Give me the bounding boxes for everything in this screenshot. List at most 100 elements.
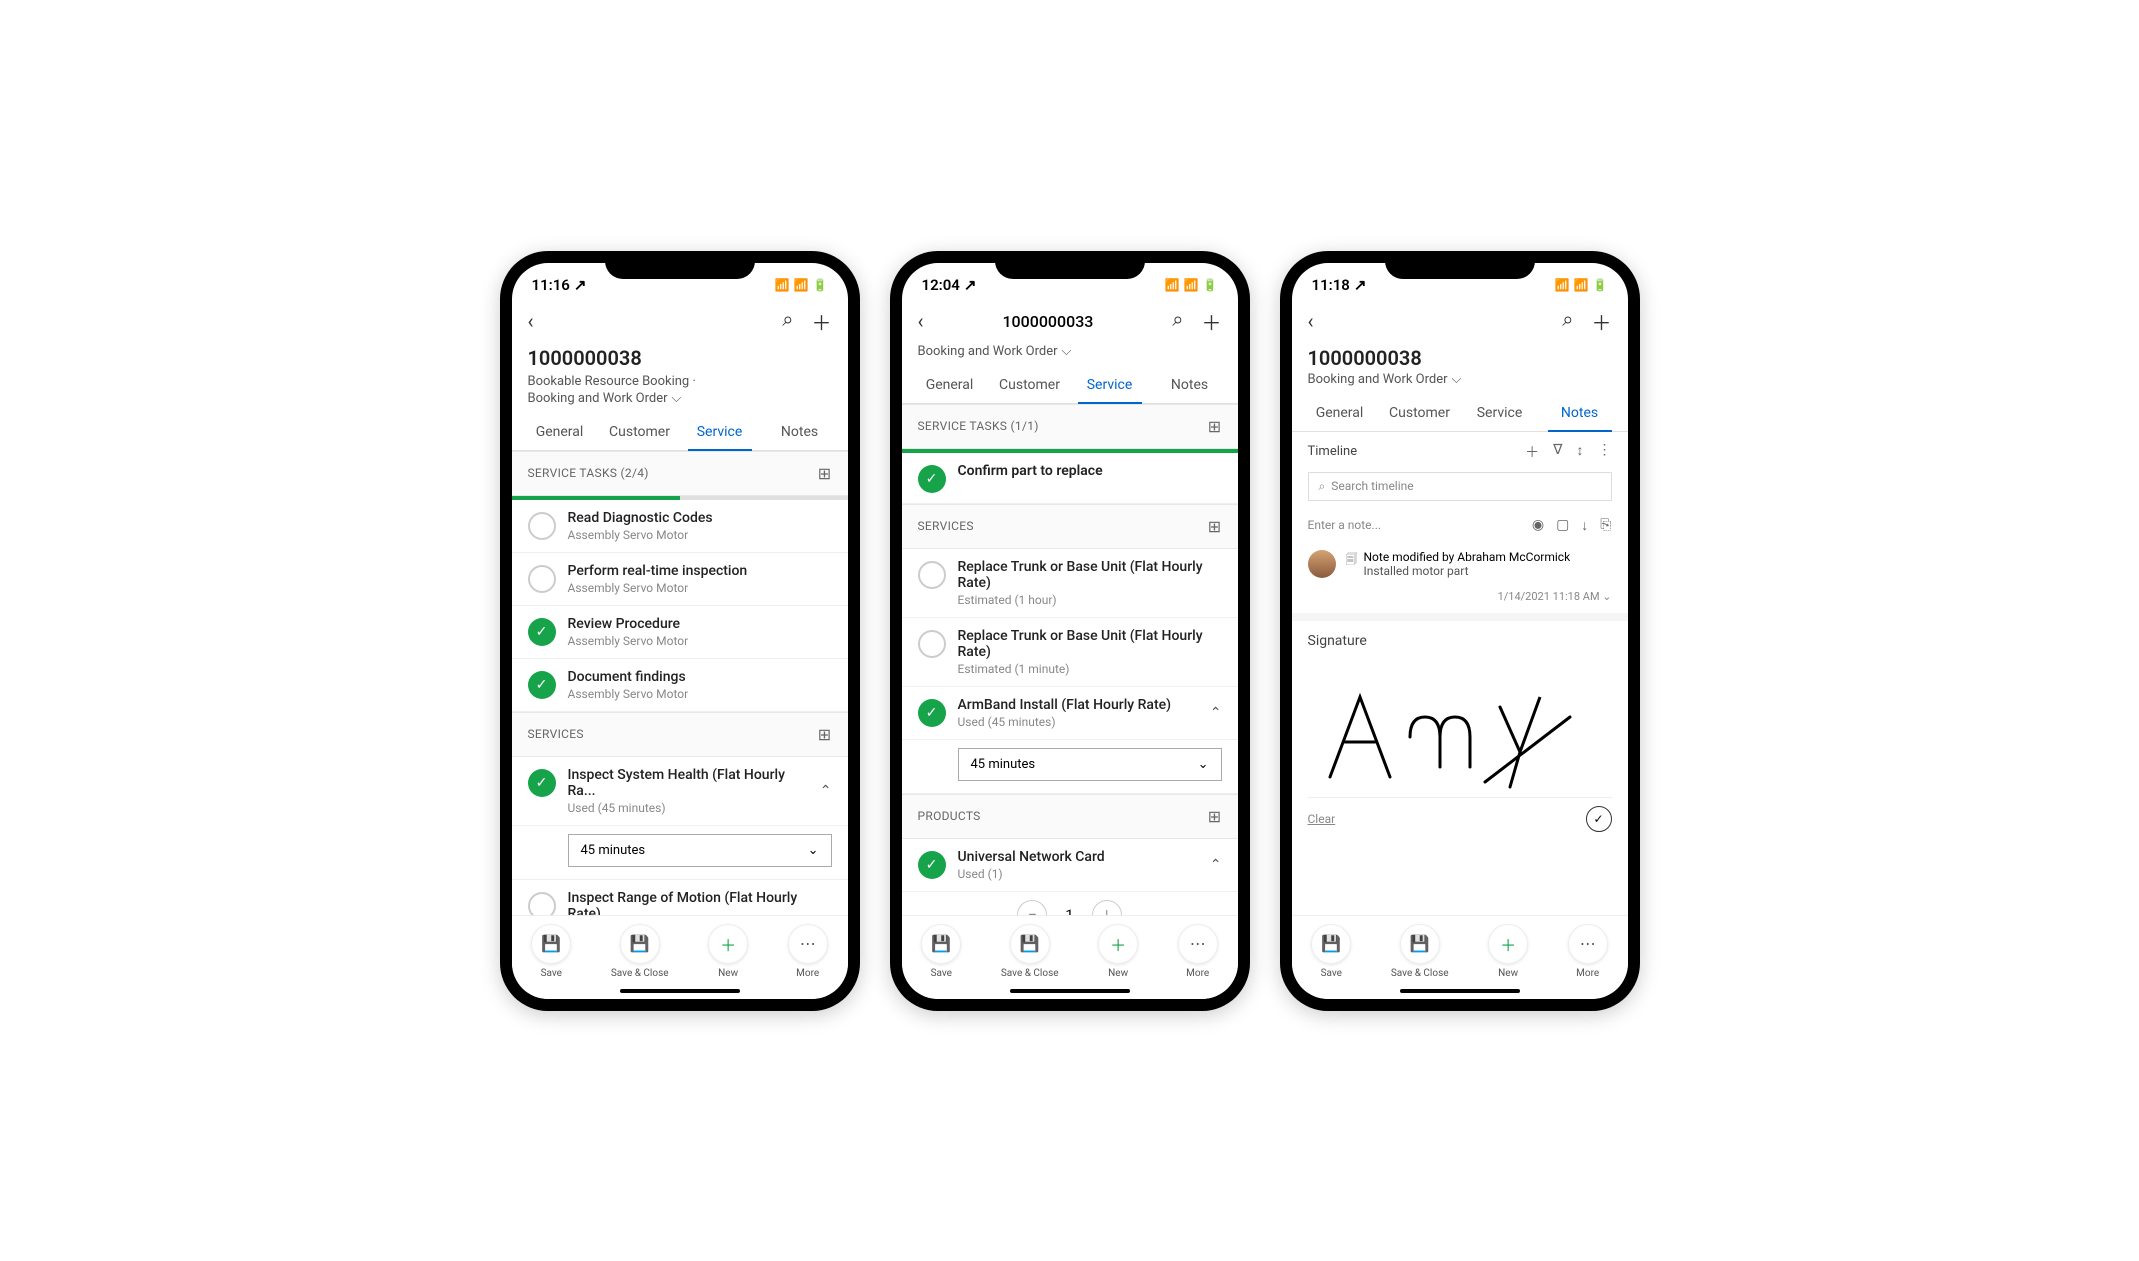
- check-done-icon[interactable]: ✓: [918, 465, 946, 493]
- signature-canvas[interactable]: [1308, 657, 1612, 797]
- tab-notes[interactable]: Notes: [1150, 367, 1230, 403]
- product-item[interactable]: ✓ Universal Network CardUsed (1) ⌃: [902, 839, 1238, 892]
- tab-notes[interactable]: Notes: [760, 414, 840, 450]
- check-empty-icon[interactable]: [528, 565, 556, 593]
- sort-icon[interactable]: ↕: [1577, 442, 1584, 462]
- timeline-add-icon[interactable]: ＋: [1525, 442, 1539, 462]
- add-service-icon[interactable]: ⊞: [818, 725, 832, 744]
- signature-footer: Clear ✓: [1308, 797, 1612, 840]
- chevron-up-icon[interactable]: ⌃: [820, 783, 832, 799]
- tab-general[interactable]: General: [1300, 395, 1380, 431]
- search-icon[interactable]: ⌕: [1562, 307, 1573, 336]
- subtitle-2[interactable]: Booking and Work Order⌵: [528, 391, 832, 406]
- content[interactable]: SERVICE TASKS (1/1) ⊞ ✓ Confirm part to …: [902, 404, 1238, 915]
- add-icon[interactable]: ＋: [1202, 307, 1222, 336]
- search-icon[interactable]: ⌕: [1172, 307, 1183, 336]
- more-button[interactable]: ⋯More: [1178, 924, 1218, 979]
- save-button[interactable]: 💾Save: [921, 924, 961, 979]
- back-button[interactable]: ‹: [1308, 309, 1314, 333]
- add-task-icon[interactable]: ⊞: [818, 464, 832, 483]
- new-button[interactable]: ＋New: [708, 924, 748, 979]
- location-icon: ↗: [574, 276, 587, 294]
- save-close-button[interactable]: 💾Save & Close: [1391, 924, 1449, 979]
- service-item[interactable]: ✓ ArmBand Install (Flat Hourly Rate)Used…: [902, 687, 1238, 740]
- home-indicator[interactable]: [1400, 989, 1520, 993]
- new-button[interactable]: ＋New: [1488, 924, 1528, 979]
- service-item[interactable]: Replace Trunk or Base Unit (Flat Hourly …: [902, 618, 1238, 687]
- notch: [1385, 251, 1535, 279]
- subtitle-2[interactable]: Booking and Work Order⌵: [918, 344, 1222, 359]
- check-done-icon[interactable]: ✓: [528, 671, 556, 699]
- add-service-icon[interactable]: ⊞: [1208, 517, 1222, 536]
- clear-button[interactable]: Clear: [1308, 812, 1336, 826]
- subtitle-2[interactable]: Booking and Work Order⌵: [1308, 372, 1612, 387]
- nav-bar: ‹ ⌕ ＋: [512, 301, 848, 342]
- mic-icon[interactable]: ↓: [1581, 517, 1588, 534]
- content[interactable]: SERVICE TASKS (2/4) ⊞ Read Diagnostic Co…: [512, 451, 848, 915]
- confirm-button[interactable]: ✓: [1586, 806, 1612, 832]
- qty-minus-button[interactable]: −: [1017, 900, 1047, 915]
- check-empty-icon[interactable]: [528, 512, 556, 540]
- task-item[interactable]: ✓ Document findingsAssembly Servo Motor: [512, 659, 848, 712]
- tab-service[interactable]: Service: [1460, 395, 1540, 431]
- more-button[interactable]: ⋯More: [788, 924, 828, 979]
- service-item[interactable]: Inspect Range of Motion (Flat Hourly Rat…: [512, 880, 848, 915]
- timeline-note[interactable]: 🗐 Note modified by Abraham McCormick Ins…: [1292, 542, 1628, 586]
- service-item[interactable]: ✓ Inspect System Health (Flat Hourly Ra.…: [512, 757, 848, 826]
- qty-plus-button[interactable]: ＋: [1092, 900, 1122, 915]
- add-task-icon[interactable]: ⊞: [1208, 417, 1222, 436]
- tab-general[interactable]: General: [520, 414, 600, 450]
- task-item[interactable]: Perform real-time inspectionAssembly Ser…: [512, 553, 848, 606]
- new-button[interactable]: ＋New: [1098, 924, 1138, 979]
- chevron-up-icon[interactable]: ⌃: [1210, 705, 1222, 721]
- check-empty-icon[interactable]: [528, 892, 556, 915]
- check-done-icon[interactable]: ✓: [528, 618, 556, 646]
- service-item[interactable]: Replace Trunk or Base Unit (Flat Hourly …: [902, 549, 1238, 618]
- save-close-button[interactable]: 💾Save & Close: [611, 924, 669, 979]
- home-indicator[interactable]: [1010, 989, 1130, 993]
- duration-dropdown[interactable]: 45 minutes ⌄: [568, 834, 832, 867]
- filter-icon[interactable]: ∇: [1553, 442, 1562, 462]
- location-icon: ↗: [1354, 276, 1367, 294]
- duration-dropdown[interactable]: 45 minutes ⌄: [958, 748, 1222, 781]
- home-indicator[interactable]: [620, 989, 740, 993]
- page-title: 1000000038: [1308, 346, 1612, 370]
- wifi-icon: 📶: [794, 278, 809, 292]
- tab-service[interactable]: Service: [680, 414, 760, 450]
- task-item[interactable]: ✓ Review ProcedureAssembly Servo Motor: [512, 606, 848, 659]
- check-empty-icon[interactable]: [918, 561, 946, 589]
- tab-general[interactable]: General: [910, 367, 990, 403]
- phone-2: 12:04↗ 📶📶🔋 ‹ 1000000033 ⌕ ＋ Booking and …: [890, 251, 1250, 1011]
- add-icon[interactable]: ＋: [1592, 307, 1612, 336]
- save-button[interactable]: 💾Save: [1311, 924, 1351, 979]
- back-button[interactable]: ‹: [528, 309, 534, 333]
- add-product-icon[interactable]: ⊞: [1208, 807, 1222, 826]
- camera-icon[interactable]: ◉: [1532, 517, 1544, 534]
- save-close-button[interactable]: 💾Save & Close: [1001, 924, 1059, 979]
- attach-icon[interactable]: ⎘: [1600, 517, 1611, 534]
- check-done-icon[interactable]: ✓: [528, 769, 556, 797]
- tab-customer[interactable]: Customer: [600, 414, 680, 450]
- timeline-search[interactable]: ⌕ Search timeline: [1308, 472, 1612, 501]
- kebab-icon[interactable]: ⋮: [1598, 442, 1612, 462]
- content[interactable]: Timeline ＋ ∇ ↕ ⋮ ⌕ Search timeline Enter…: [1292, 432, 1628, 915]
- chevron-up-icon[interactable]: ⌃: [1210, 857, 1222, 873]
- tab-customer[interactable]: Customer: [1380, 395, 1460, 431]
- tab-customer[interactable]: Customer: [990, 367, 1070, 403]
- check-done-icon[interactable]: ✓: [918, 851, 946, 879]
- add-icon[interactable]: ＋: [812, 307, 832, 336]
- tab-service[interactable]: Service: [1070, 367, 1150, 403]
- task-item[interactable]: ✓ Confirm part to replace: [902, 453, 1238, 504]
- more-button[interactable]: ⋯More: [1568, 924, 1608, 979]
- tabs: General Customer Service Notes: [512, 414, 848, 451]
- task-item[interactable]: Read Diagnostic CodesAssembly Servo Moto…: [512, 500, 848, 553]
- note-input[interactable]: Enter a note... ◉ ▢ ↓ ⎘: [1292, 509, 1628, 542]
- tab-notes[interactable]: Notes: [1540, 395, 1620, 431]
- chevron-down-icon[interactable]: ⌄: [1602, 590, 1611, 603]
- save-button[interactable]: 💾Save: [531, 924, 571, 979]
- check-empty-icon[interactable]: [918, 630, 946, 658]
- search-icon[interactable]: ⌕: [782, 307, 793, 336]
- check-done-icon[interactable]: ✓: [918, 699, 946, 727]
- video-icon[interactable]: ▢: [1556, 517, 1569, 534]
- tabs: General Customer Service Notes: [902, 367, 1238, 404]
